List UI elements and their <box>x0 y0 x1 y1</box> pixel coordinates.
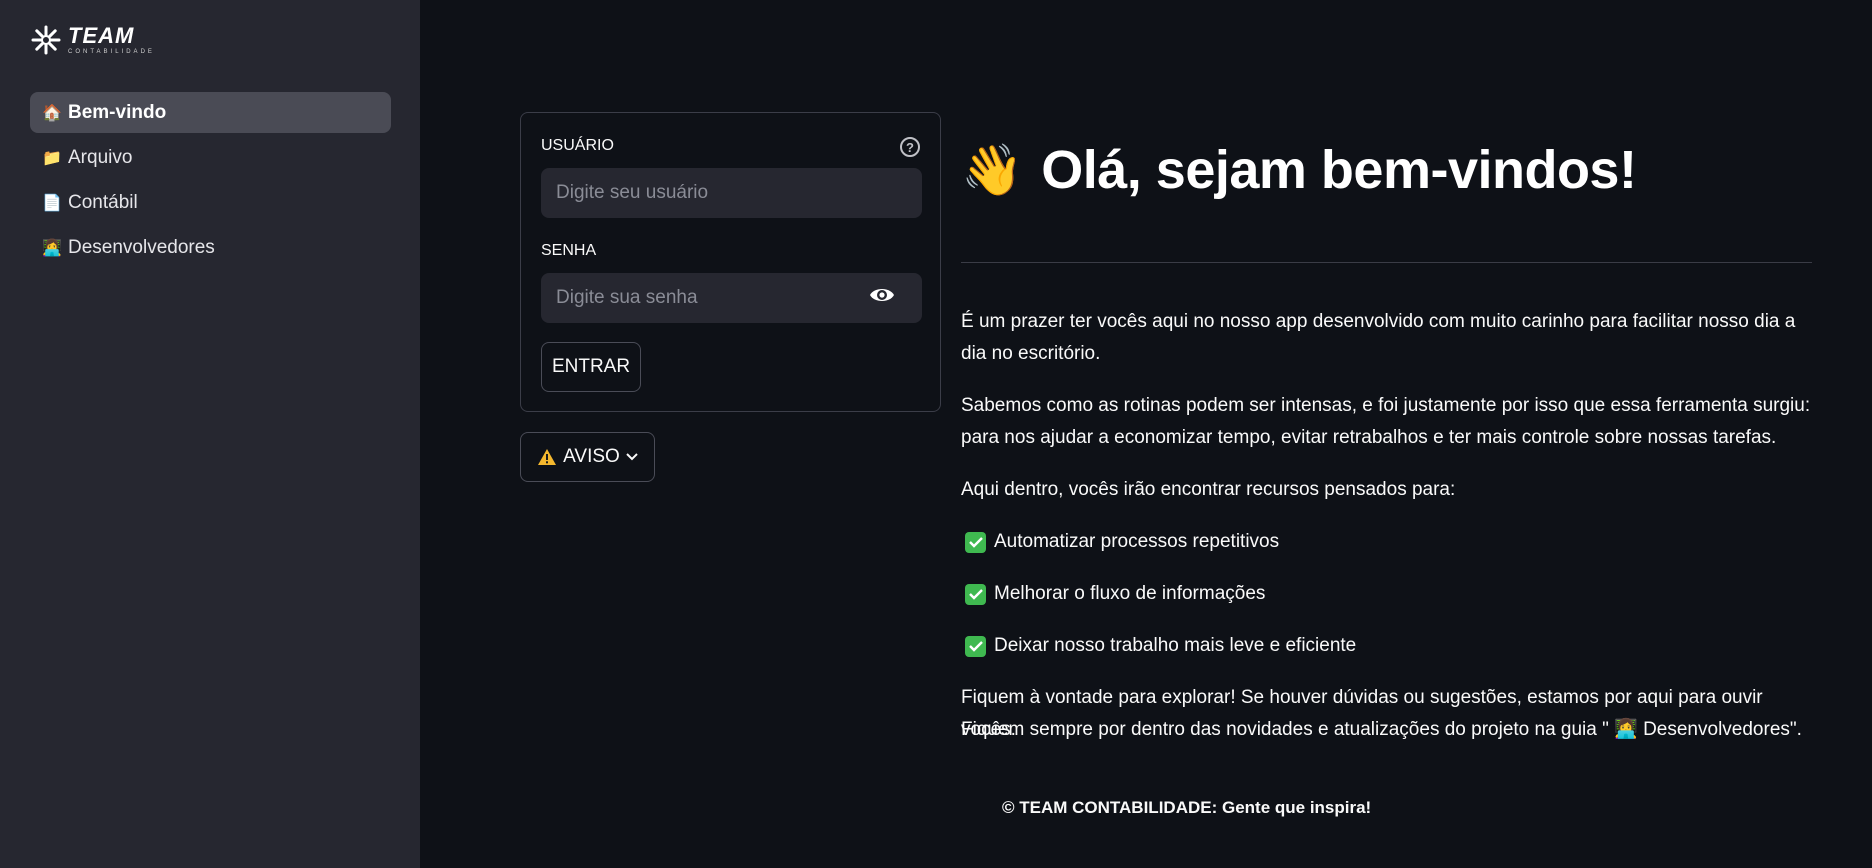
aviso-expander[interactable]: AVISO <box>520 432 655 482</box>
folder-icon: 📁 <box>42 148 62 167</box>
sidebar-item-label: Bem-vindo <box>68 101 167 123</box>
closing-line-2: Fiquem sempre por dentro das novidades e… <box>961 719 1802 740</box>
features-intro: Aqui dentro, vocês irão encontrar recurs… <box>961 479 1456 500</box>
check-mark-icon <box>965 583 986 605</box>
team-logo-icon <box>31 25 61 55</box>
page-title: 👋 Olá, sejam bem-vindos! <box>961 132 1812 208</box>
sidebar-item-contabil[interactable]: 📄 Contábil <box>30 182 391 223</box>
logo-title: TEAM <box>68 23 135 48</box>
welcome-content: 👋 Olá, sejam bem-vindos! É um prazer ter… <box>961 132 1812 740</box>
password-input[interactable] <box>541 273 922 323</box>
waving-hand-icon: 👋 <box>961 140 1024 199</box>
entrar-button[interactable]: ENTRAR <box>541 342 641 392</box>
warning-icon <box>538 449 557 465</box>
feature-text: Automatizar processos repetitivos <box>994 531 1280 552</box>
purpose-paragraph: Sabemos como as rotinas podem ser intens… <box>961 395 1811 448</box>
feature-text: Deixar nosso trabalho mais leve e eficie… <box>994 635 1357 656</box>
aviso-label: AVISO <box>563 446 620 467</box>
document-icon: 📄 <box>42 193 62 212</box>
divider <box>961 262 1812 263</box>
password-label: SENHA <box>541 242 597 259</box>
login-form: USUÁRIO ? SENHA ENTRAR <box>520 112 941 412</box>
sidebar-item-bem-vindo[interactable]: 🏠 Bem-vindo <box>30 92 391 133</box>
user-input[interactable] <box>541 168 922 218</box>
footer-text: © TEAM CONTABILIDADE: Gente que inspira! <box>1002 798 1372 817</box>
sidebar-item-label: Contábil <box>68 191 138 213</box>
logo-subtitle: CONTABILIDADE <box>68 49 155 55</box>
intro-paragraph: É um prazer ter vocês aqui no nosso app … <box>961 311 1796 364</box>
sidebar-item-desenvolvedores[interactable]: 👩‍💻 Desenvolvedores <box>30 227 391 268</box>
sidebar-item-arquivo[interactable]: 📁 Arquivo <box>30 137 391 178</box>
user-label: USUÁRIO <box>541 137 614 154</box>
feature-item: Automatizar processos repetitivos <box>961 526 1279 558</box>
feature-item: Melhorar o fluxo de informações <box>961 578 1265 610</box>
check-mark-icon <box>965 635 986 657</box>
logo[interactable]: TEAM CONTABILIDADE <box>30 24 155 56</box>
help-icon[interactable]: ? <box>900 137 920 157</box>
welcome-heading: Olá, sejam bem-vindos! <box>1041 140 1637 200</box>
feature-text: Melhorar o fluxo de informações <box>994 583 1266 604</box>
sidebar-item-label: Arquivo <box>68 146 133 168</box>
check-mark-icon <box>965 531 986 553</box>
feature-item: Deixar nosso trabalho mais leve e eficie… <box>961 630 1356 662</box>
developer-icon: 👩‍💻 <box>42 238 62 257</box>
sidebar: TEAM CONTABILIDADE 🏠 Bem-vindo 📁 Arquivo… <box>0 0 420 868</box>
sidebar-item-label: Desenvolvedores <box>68 236 215 258</box>
show-password-eye-icon[interactable] <box>868 284 896 306</box>
sidebar-nav: 🏠 Bem-vindo 📁 Arquivo 📄 Contábil 👩‍💻 Des… <box>30 92 391 272</box>
chevron-down-icon <box>626 453 638 461</box>
house-icon: 🏠 <box>42 103 62 122</box>
